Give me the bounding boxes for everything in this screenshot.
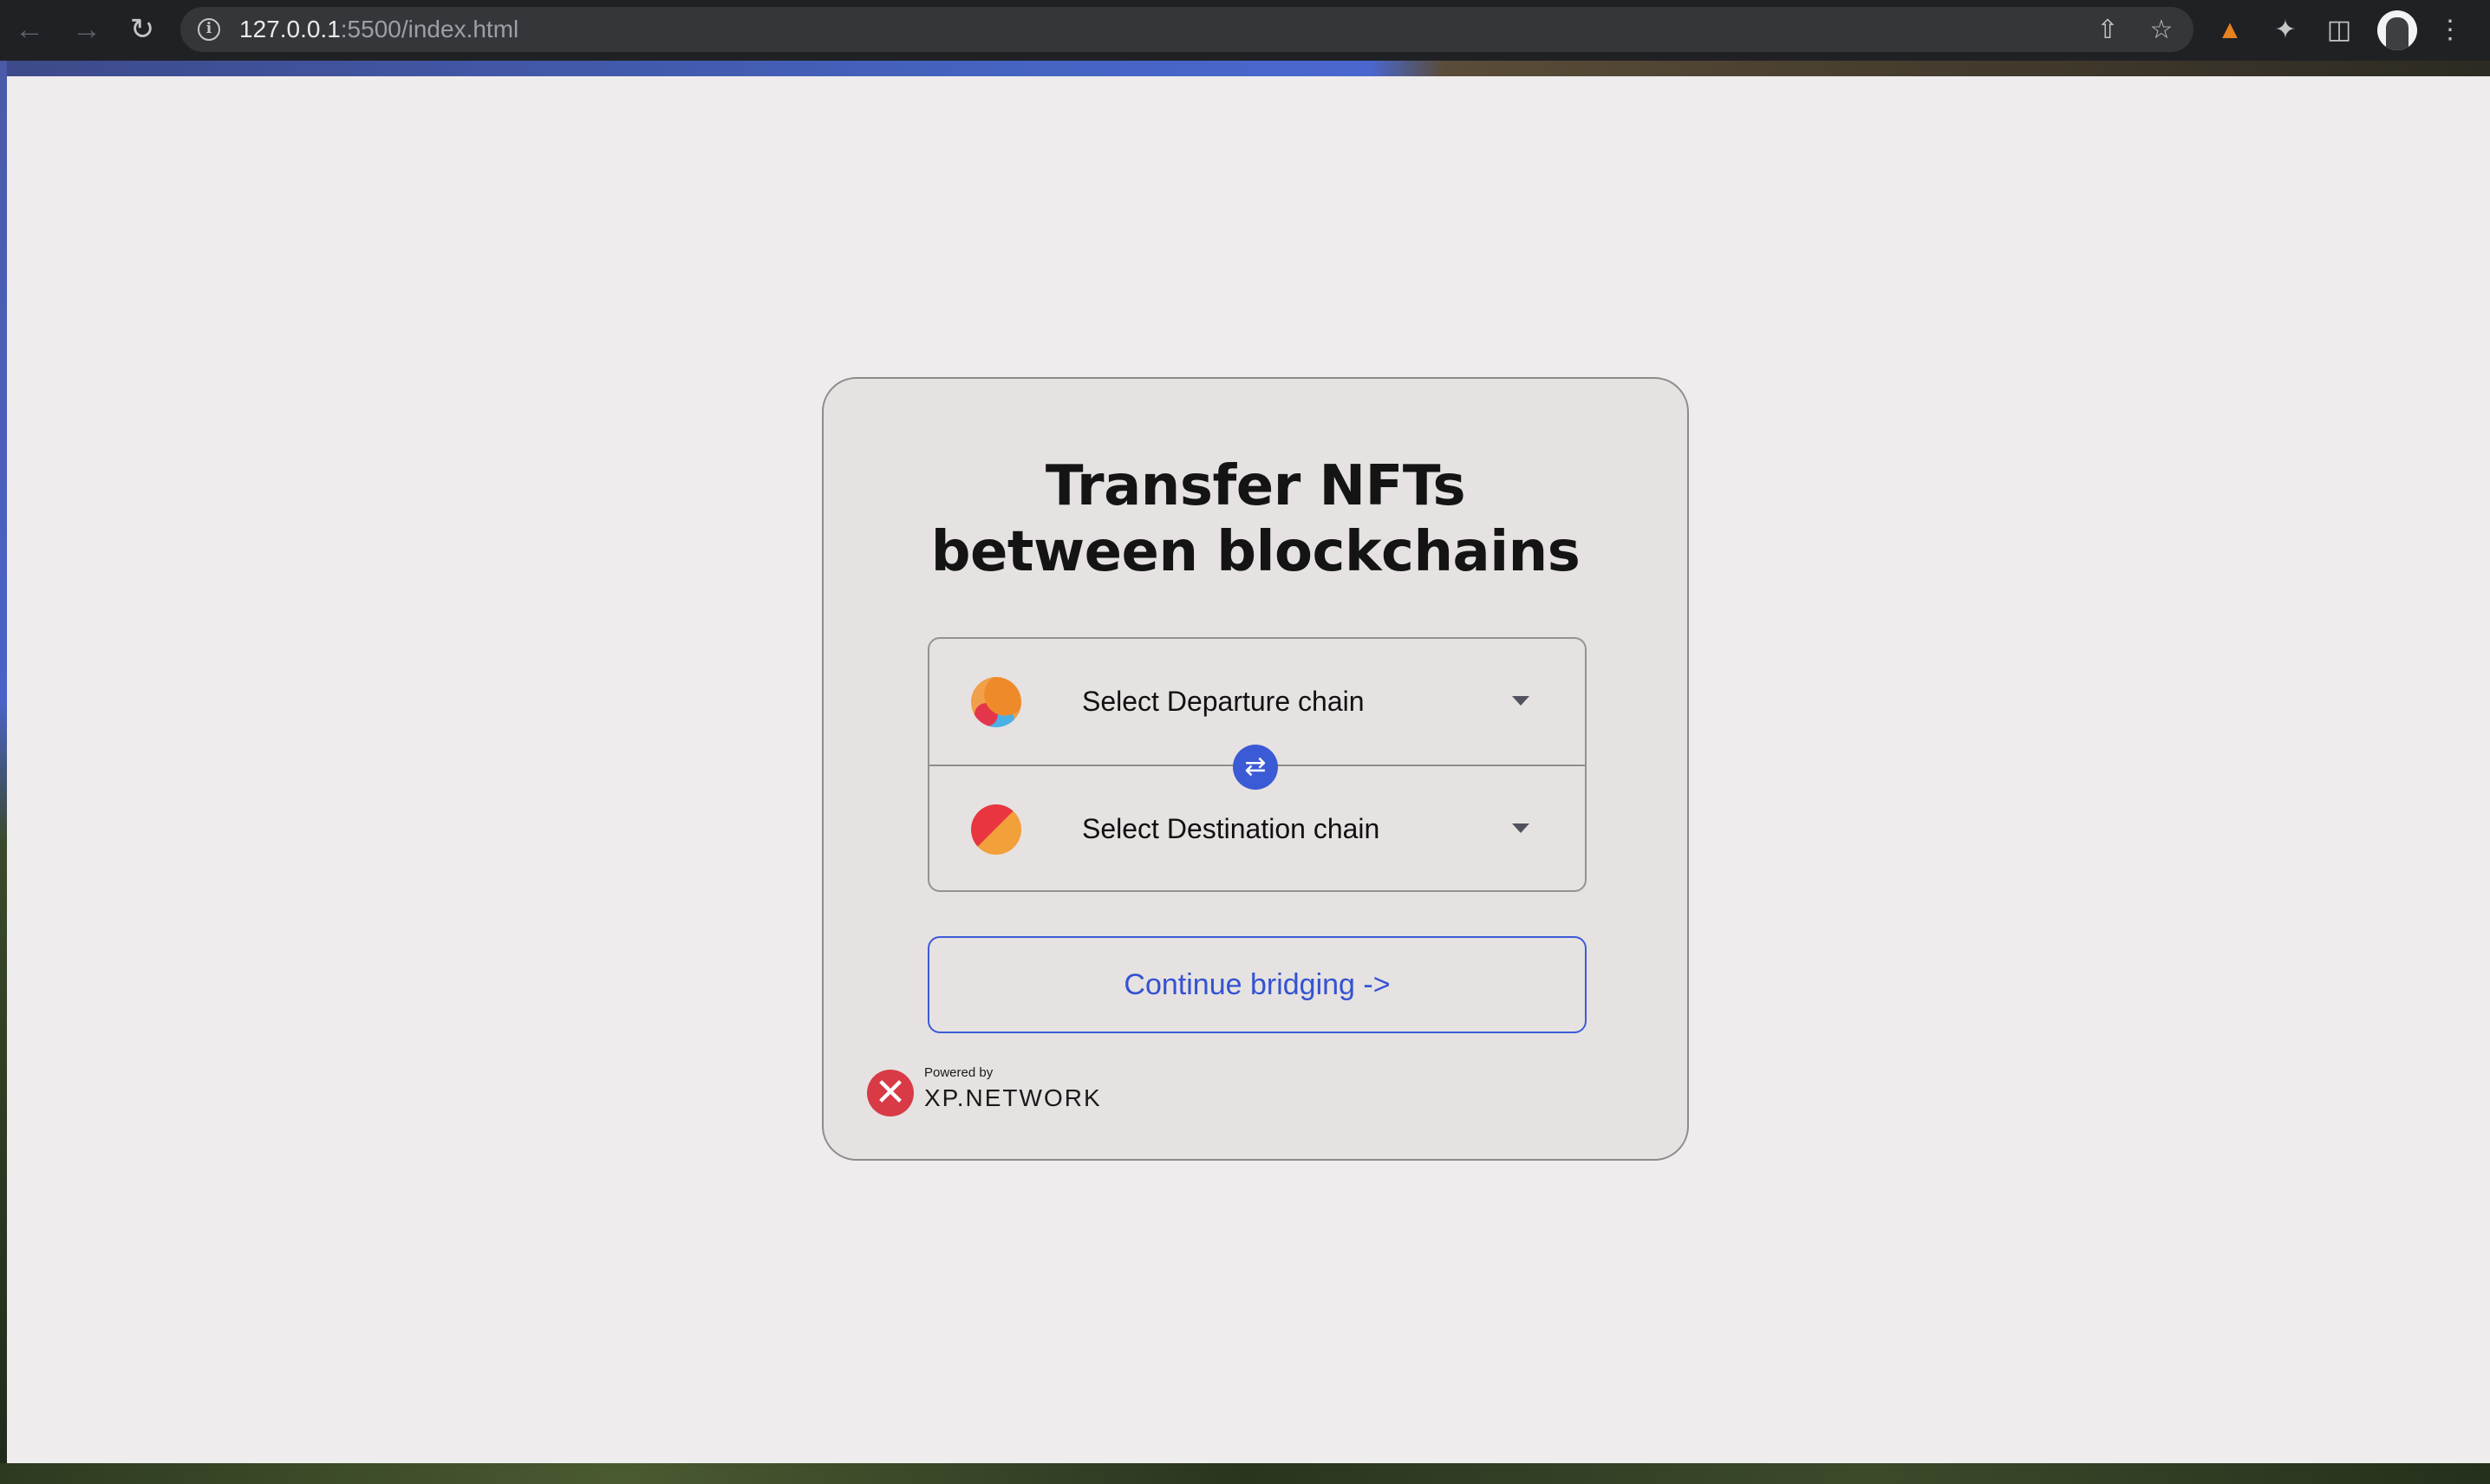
fox-icon[interactable]: ▲ xyxy=(2214,15,2246,46)
desktop-background-top xyxy=(0,61,2490,76)
xp-network-wordmark: XP.NETWORK xyxy=(924,1084,1102,1111)
destination-chain-icon xyxy=(971,804,1021,855)
puzzle-icon[interactable]: ✦ xyxy=(2270,15,2301,46)
continue-bridging-button[interactable]: Continue bridging -> xyxy=(928,936,1587,1033)
avatar[interactable] xyxy=(2377,10,2417,50)
desktop-background-bottom xyxy=(0,1463,2490,1484)
departure-chain-label: Select Departure chain xyxy=(1082,686,1365,717)
star-icon[interactable]: ☆ xyxy=(2148,17,2174,43)
reload-icon[interactable]: ↻ xyxy=(125,12,160,47)
destination-chain-label: Select Destination chain xyxy=(1082,813,1380,844)
arrow-right-icon[interactable]: → xyxy=(69,12,104,47)
powered-by-text: Powered by xyxy=(924,1065,994,1080)
xp-network-logo-icon: ✕ xyxy=(867,1070,914,1116)
url-text[interactable]: 127.0.0.1:5500/index.html xyxy=(239,17,518,42)
chevron-down-icon xyxy=(1512,823,1529,833)
bridge-card: Transfer NFTs between blockchains Select… xyxy=(822,377,1689,1161)
swap-chains-button[interactable]: ⇄ xyxy=(1233,745,1278,790)
departure-chain-icon xyxy=(971,677,1021,727)
browser-toolbar: ← → ↻ i 127.0.0.1:5500/index.html ⇧ ☆ ▲ … xyxy=(0,0,2490,61)
page-title: Transfer NFTs between blockchains xyxy=(824,453,1687,585)
share-icon[interactable]: ⇧ xyxy=(2095,17,2121,43)
url-path: :5500/index.html xyxy=(340,16,519,42)
info-icon[interactable]: i xyxy=(198,18,220,41)
title-line-2: between blockchains xyxy=(930,520,1581,584)
title-line-1: Transfer NFTs xyxy=(1045,454,1466,518)
kebab-menu-icon[interactable]: ⋮ xyxy=(2436,15,2464,46)
arrow-left-icon[interactable]: ← xyxy=(12,12,47,47)
url-host: 127.0.0.1 xyxy=(239,16,341,42)
chain-selector: Select Departure chain ⇄ Select Destinat… xyxy=(928,637,1587,892)
powered-by-badge[interactable]: ✕ Powered by XP.NETWORK xyxy=(867,1064,1127,1119)
desktop-background-left xyxy=(0,61,7,1484)
side-panel-icon[interactable]: ◫ xyxy=(2324,15,2355,46)
page-viewport: Transfer NFTs between blockchains Select… xyxy=(7,76,2490,1463)
address-bar[interactable]: i 127.0.0.1:5500/index.html ⇧ ☆ xyxy=(180,7,2193,52)
chevron-down-icon xyxy=(1512,696,1529,706)
